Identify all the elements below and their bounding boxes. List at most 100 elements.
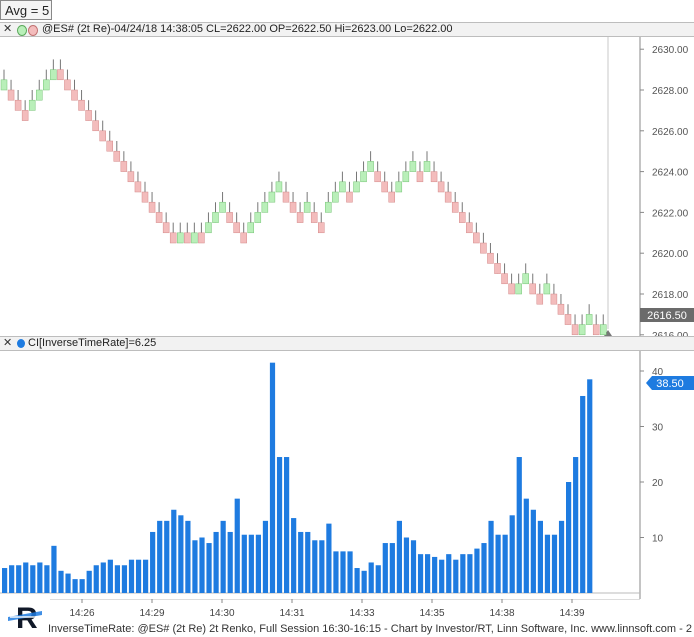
price-panel-title: @ES# (2t Re)-04/24/18 14:38:05 CL=2622.0… (42, 23, 453, 35)
up-brick (191, 232, 198, 244)
indicator-bar (432, 556, 438, 593)
indicator-bar (354, 568, 360, 593)
price-tick-label: 2626.00 (652, 127, 689, 138)
up-brick (212, 212, 219, 223)
indicator-bar (573, 457, 579, 593)
indicator-bar (234, 498, 240, 593)
down-brick (282, 191, 290, 203)
indicator-bar (164, 520, 170, 593)
indicator-bar (100, 562, 106, 593)
indicator-bar (389, 543, 395, 593)
indicator-bar (30, 565, 36, 593)
indicator-bar (185, 520, 191, 593)
indicator-bar (509, 515, 515, 593)
indicator-bar (178, 515, 184, 593)
down-brick (148, 201, 156, 213)
indicator-bar (135, 559, 142, 593)
indicator-bar (361, 570, 367, 593)
indicator-bar (298, 531, 304, 593)
down-brick (127, 171, 135, 183)
down-brick (501, 273, 508, 285)
indicator-bar (502, 534, 508, 593)
indicator-bar (333, 551, 339, 593)
indicator-bar (368, 562, 374, 593)
close-icon[interactable]: ✕ (3, 337, 12, 350)
close-icon[interactable]: ✕ (3, 23, 12, 36)
up-brick (600, 324, 607, 336)
indicator-bar (121, 565, 128, 593)
down-brick-icon (28, 25, 38, 36)
up-brick (268, 191, 276, 203)
indicator-tick-label: 10 (652, 534, 664, 545)
indicator-bar (488, 520, 494, 593)
indicator-bar (220, 520, 226, 593)
down-brick (233, 222, 240, 234)
indicator-bar (312, 540, 318, 593)
indicator-bar (79, 579, 85, 593)
last-price-label: 2616.50 (647, 310, 687, 322)
down-brick (106, 140, 113, 152)
indicator-bar (9, 565, 15, 593)
indicator-bar (276, 457, 283, 593)
down-brick (198, 232, 205, 244)
up-brick (395, 181, 403, 193)
indicator-bar (439, 559, 445, 593)
down-brick (437, 181, 445, 193)
down-brick (64, 79, 71, 91)
price-tick-label: 2622.00 (652, 208, 689, 219)
indicator-bar (128, 559, 135, 593)
indicator-bar (425, 554, 431, 593)
down-brick (184, 232, 191, 244)
indicator-panel-title: CI[InverseTimeRate]=6.25 (28, 337, 157, 349)
time-tick-label: 14:33 (349, 608, 374, 619)
price-chart[interactable]: 2630.00 2628.00 2626.00 2624.00 2622.00 2620.… (0, 37, 694, 336)
indicator-bar (23, 562, 29, 593)
indicator-bar (150, 531, 156, 593)
down-brick (99, 130, 106, 142)
down-brick (85, 110, 92, 121)
indicator-bar (227, 531, 233, 593)
indicator-bar (305, 531, 311, 593)
down-brick (113, 150, 121, 162)
indicator-bar (375, 565, 381, 593)
up-brick (28, 99, 36, 111)
down-brick (388, 191, 395, 203)
down-brick (346, 191, 353, 203)
up-brick (402, 171, 410, 183)
price-panel-header: ✕ @ES# (2t Re)-04/24/18 14:38:05 CL=2622… (0, 22, 694, 37)
time-tick-label: 14:39 (559, 608, 584, 619)
down-brick (318, 222, 325, 234)
up-brick (409, 161, 417, 172)
indicator-bar (37, 562, 43, 593)
price-tick-label: 2630.00 (652, 45, 689, 56)
indicator-bar (199, 537, 205, 593)
indicator-bar (213, 531, 219, 593)
indicator-bar (340, 551, 346, 593)
down-brick (374, 171, 381, 183)
up-brick (254, 212, 262, 223)
indicator-bar (460, 554, 466, 593)
up-brick (177, 232, 184, 244)
indicator-chart[interactable]: 40302010 38.50 (0, 351, 694, 599)
up-brick (339, 181, 346, 193)
indicator-bar (171, 509, 177, 593)
down-brick (571, 324, 579, 336)
down-brick (557, 303, 565, 315)
indicator-bar (580, 395, 586, 593)
down-brick (226, 212, 233, 223)
indicator-bar (72, 579, 78, 593)
down-brick (550, 293, 558, 305)
up-brick (367, 161, 374, 172)
last-price-badge: 2616.50 (640, 308, 694, 322)
down-brick (92, 120, 99, 132)
up-brick (423, 161, 431, 172)
down-brick (155, 212, 163, 223)
down-brick (381, 181, 388, 193)
indicator-bar (65, 573, 71, 593)
indicator-bar (114, 565, 120, 593)
down-brick (536, 293, 544, 305)
avg-label[interactable]: Avg = 5 (0, 0, 52, 20)
indicator-bar (16, 565, 22, 593)
indicator-bar (403, 537, 410, 593)
indicator-bar (530, 509, 536, 593)
